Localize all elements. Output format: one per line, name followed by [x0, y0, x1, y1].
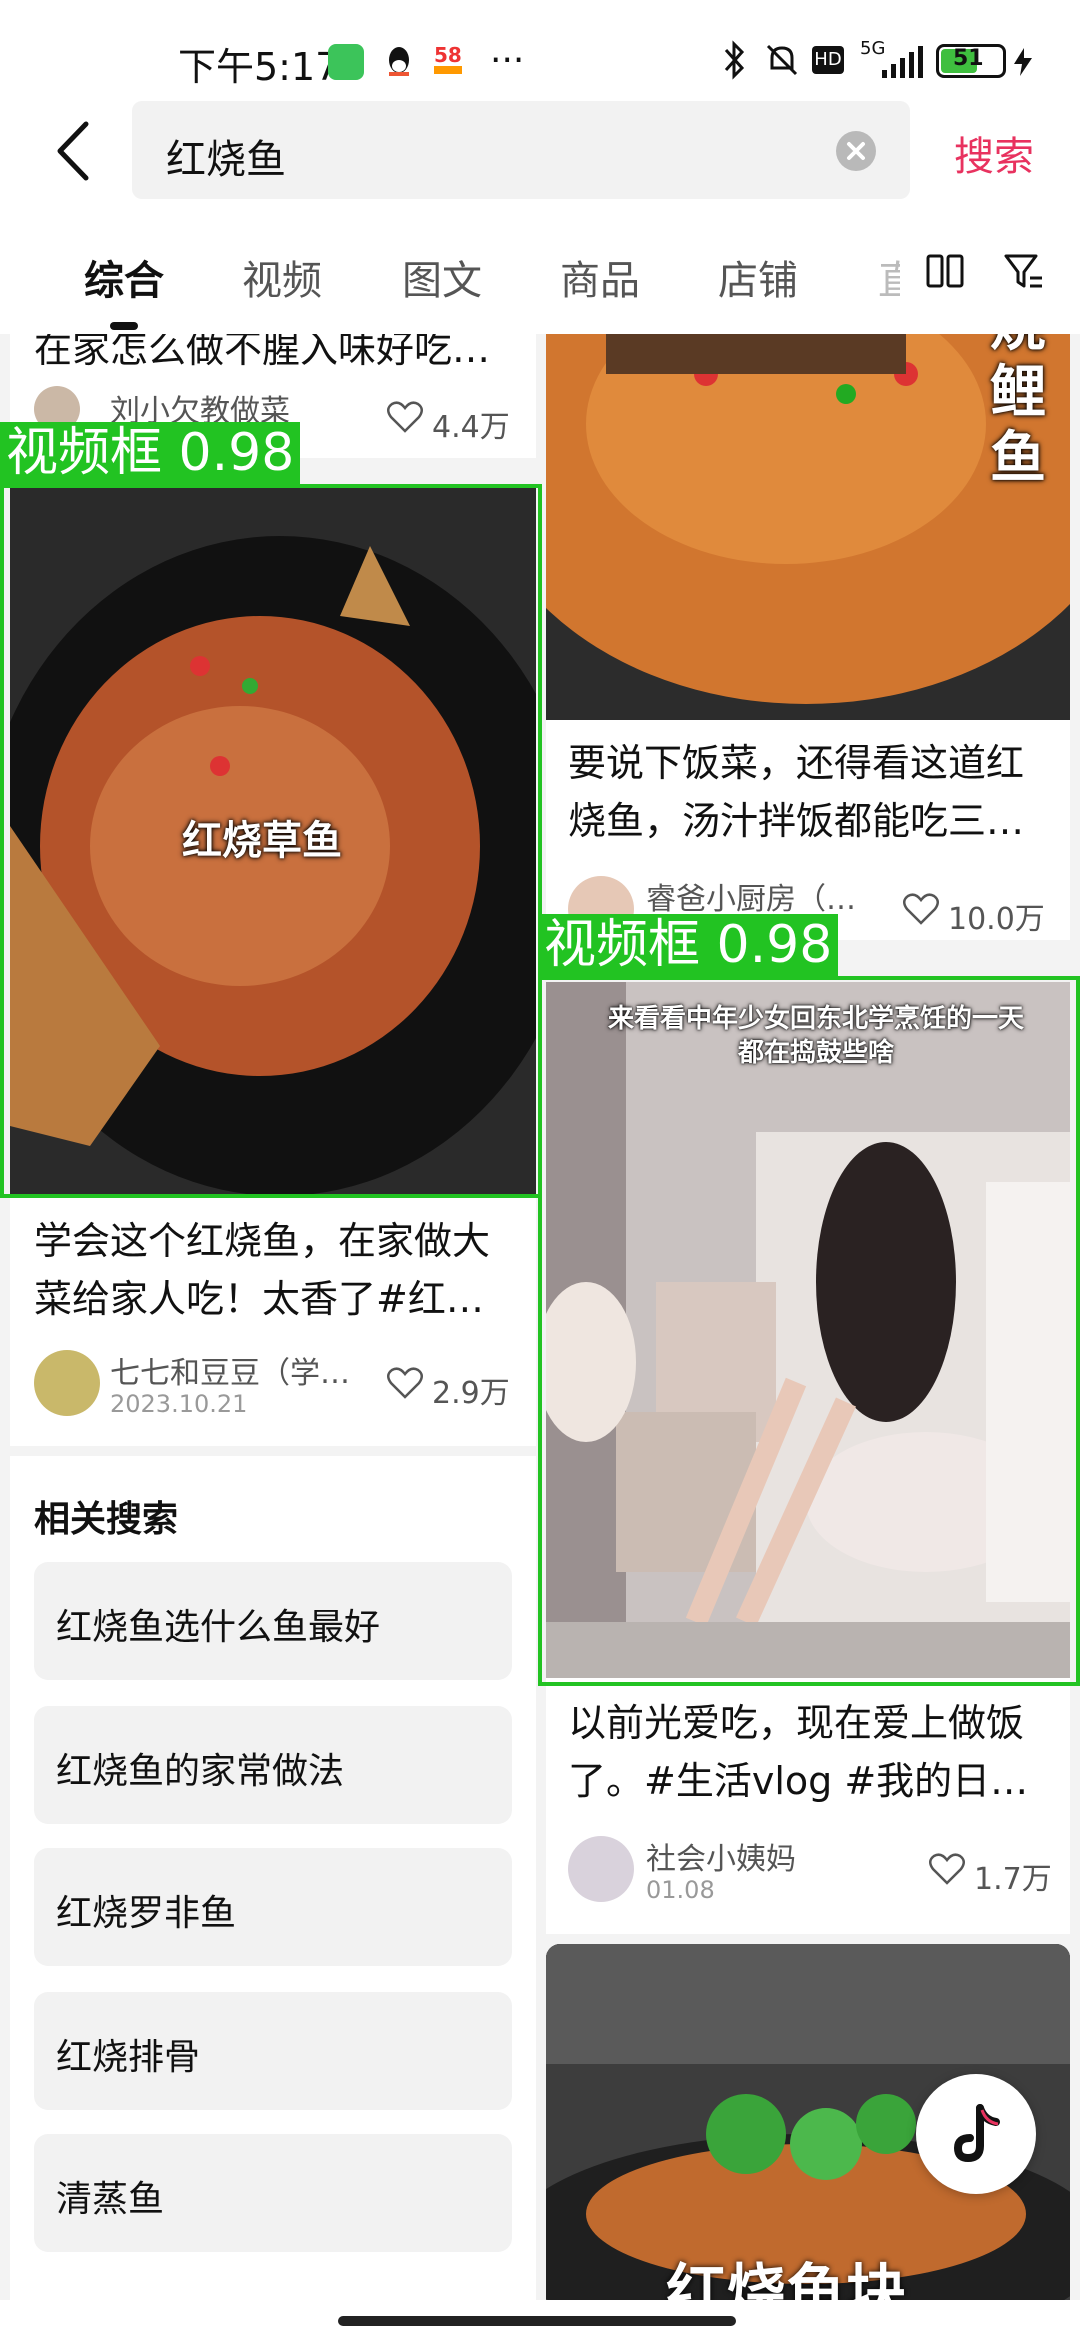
- home-indicator[interactable]: [338, 2316, 736, 2326]
- douyin-float-button[interactable]: [916, 2074, 1036, 2194]
- related-search-label: 红烧罗非鱼: [56, 1893, 237, 1934]
- video-title: 学会这个红烧鱼，在家做大菜给家人吃！太香了#红…: [34, 1219, 491, 1321]
- heart-icon[interactable]: [902, 892, 940, 930]
- related-search-item[interactable]: 红烧排骨: [34, 1992, 512, 2110]
- heart-icon[interactable]: [928, 1852, 966, 1890]
- tab-comprehensive[interactable]: 综合: [84, 248, 164, 306]
- related-searches: 相关搜索 红烧鱼选什么鱼最好 红烧鱼的家常做法 红烧罗非鱼 红烧排骨 清蒸鱼: [10, 1456, 536, 2300]
- bluetooth-icon: [722, 40, 748, 84]
- like-count: 1.7万: [974, 1862, 1052, 1897]
- tab-products[interactable]: 商品: [560, 248, 640, 306]
- author-name[interactable]: 睿爸小厨房（…: [646, 874, 856, 918]
- video-overlay-text: 烧鲤鱼: [990, 334, 1046, 491]
- battery-level: 51: [953, 46, 984, 71]
- video-title: 以前光爱吃，现在爱上做饭了。#生活vlog #我的日…: [568, 1701, 1029, 1803]
- more-notifications-icon: ···: [490, 40, 525, 81]
- like-count: 4.4万: [432, 410, 510, 445]
- layout-toggle-icon[interactable]: [926, 254, 964, 292]
- related-search-label: 红烧鱼选什么鱼最好: [56, 1607, 381, 1648]
- avatar: [34, 1350, 100, 1416]
- hd-icon: HD: [812, 46, 844, 74]
- search-query: 红烧鱼: [166, 137, 286, 183]
- filter-icon[interactable]: [1004, 252, 1044, 294]
- like-count: 10.0万: [948, 902, 1045, 937]
- status-time: 下午5:17: [178, 45, 340, 89]
- tab-image-text[interactable]: 图文: [402, 248, 482, 306]
- related-search-item[interactable]: 清蒸鱼: [34, 2134, 512, 2252]
- note-title: 在家怎么做不腥入味好吃…: [34, 334, 491, 371]
- clear-search-icon[interactable]: [836, 131, 876, 171]
- like-count: 2.9万: [432, 1376, 510, 1411]
- tab-video[interactable]: 视频: [242, 248, 322, 306]
- video-card[interactable]: 烧鲤鱼 要说下饭菜，还得看这道红烧鱼，汤汁拌饭都能吃三… 睿爸小厨房（… 10.…: [546, 334, 1070, 940]
- signal-icon: [880, 44, 924, 84]
- related-search-item[interactable]: 红烧鱼的家常做法: [34, 1706, 512, 1824]
- svg-text:58: 58: [434, 43, 462, 67]
- mute-bell-icon: [762, 40, 802, 84]
- search-input[interactable]: 红烧鱼: [132, 101, 910, 199]
- detection-label: 视频框 0.98: [538, 914, 839, 976]
- search-button[interactable]: 搜索: [954, 124, 1034, 182]
- battery-icon: 51: [936, 44, 1006, 78]
- related-search-item[interactable]: 红烧鱼选什么鱼最好: [34, 1562, 512, 1680]
- tab-live[interactable]: 直: [878, 248, 900, 306]
- related-search-label: 红烧排骨: [56, 2037, 201, 2078]
- video-overlay-text: 红烧鱼块: [666, 2258, 906, 2300]
- related-search-item[interactable]: 红烧罗非鱼: [34, 1848, 512, 1966]
- detection-box: [0, 484, 542, 1198]
- author-name[interactable]: 社会小姨妈: [646, 1834, 796, 1878]
- tab-shops[interactable]: 店铺: [718, 248, 798, 306]
- related-search-label: 清蒸鱼: [56, 2179, 165, 2220]
- wechat-notification-icon: [328, 44, 364, 80]
- heart-icon[interactable]: [386, 1366, 424, 1404]
- 58-app-notification-icon: 58: [432, 40, 464, 80]
- avatar: [568, 1836, 634, 1902]
- video-title: 要说下饭菜，还得看这道红烧鱼，汤汁拌饭都能吃三…: [568, 741, 1025, 843]
- post-date: 01.08: [646, 1876, 715, 1904]
- detection-label: 视频框 0.98: [0, 422, 301, 484]
- related-searches-title: 相关搜索: [34, 1499, 179, 1540]
- detection-box: [538, 976, 1080, 1686]
- related-search-label: 红烧鱼的家常做法: [56, 1751, 345, 1792]
- post-date: 2023.10.21: [110, 1390, 248, 1418]
- tab-active-indicator: [110, 322, 138, 330]
- heart-icon[interactable]: [386, 400, 424, 438]
- back-arrow-icon[interactable]: [50, 118, 100, 184]
- qq-notification-icon: [384, 44, 414, 80]
- author-name[interactable]: 七七和豆豆（学…: [110, 1348, 350, 1392]
- video-cover[interactable]: 烧鲤鱼: [546, 334, 1070, 720]
- charging-icon: [1012, 46, 1034, 82]
